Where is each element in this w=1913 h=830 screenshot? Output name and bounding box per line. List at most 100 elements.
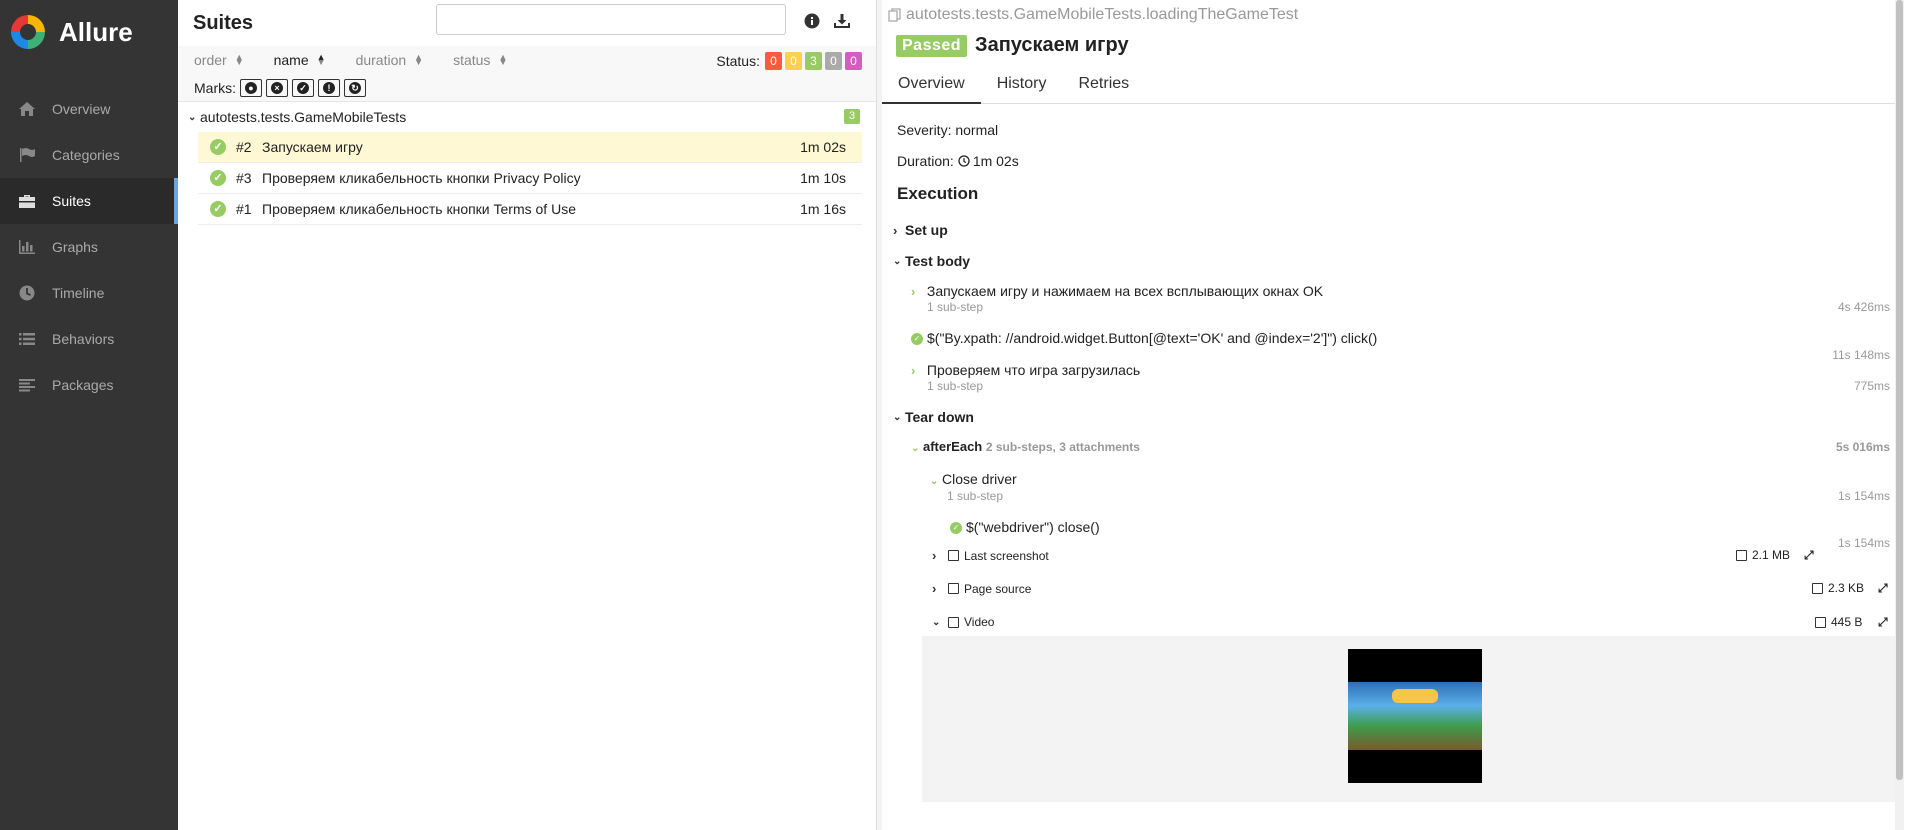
test-row[interactable]: ✓ #1 Проверяем кликабельность кнопки Ter… [198, 194, 862, 225]
sidebar-item-suites[interactable]: Suites [0, 178, 178, 224]
sidebar-item-label: Overview [52, 101, 111, 117]
save-icon [1812, 582, 1823, 594]
sidebar-item-timeline[interactable]: Timeline [0, 270, 178, 316]
image-file-icon [948, 550, 959, 561]
test-duration: 1m 16s [800, 201, 846, 217]
setup-label: Set up [905, 222, 948, 238]
sidebar-item-graphs[interactable]: Graphs [0, 224, 178, 270]
chevron-right-icon: › [911, 284, 916, 299]
test-title: Запускаем игру [975, 34, 1129, 56]
sidebar-nav: Overview Categories Suites Graphs Timeli… [0, 86, 178, 408]
save-icon [1736, 549, 1747, 561]
expand-icon[interactable]: ⤢ [1878, 582, 1890, 594]
webdriver-close-row: ✓ $("webdriver") close() [950, 519, 1100, 535]
attachment-size: 2.1 MB [1736, 548, 1790, 562]
close-driver-name: Close driver [942, 471, 1017, 487]
status-failed-badge[interactable]: 0 [765, 52, 782, 70]
step-row[interactable]: › Запускаем игру и нажимаем на всех вспл… [911, 283, 1323, 299]
attachment-row[interactable]: ⌄ Video [932, 615, 994, 629]
step-substeps: 1 sub-step [927, 379, 984, 393]
test-path-text: autotests.tests.GameMobileTests.loadingT… [906, 6, 1299, 23]
test-title-line: Passed Запускаем игру [896, 34, 1129, 57]
check-circle-icon: ✓ [210, 201, 226, 217]
suite-group-name: autotests.tests.GameMobileTests [200, 109, 407, 125]
suite-group-row[interactable]: ⌄ autotests.tests.GameMobileTests 3 [178, 102, 876, 132]
flag-icon [16, 144, 38, 166]
step-duration: 4s 426ms [1837, 300, 1890, 314]
chevron-right-icon: › [932, 548, 937, 563]
after-each-meta: 2 sub-steps, 3 attachments [985, 440, 1140, 454]
chevron-down-icon: ⌄ [930, 476, 939, 487]
test-row[interactable]: ✓ #2 Запускаем игру 1m 02s [198, 132, 862, 163]
sort-order[interactable]: order ▲ ▼ [194, 52, 244, 68]
expand-icon[interactable]: ⤢ [1878, 616, 1890, 628]
status-broken-badge[interactable]: 0 [785, 52, 802, 70]
bomb-icon: ● [245, 81, 257, 94]
status-passed-badge[interactable]: 3 [805, 52, 822, 70]
search-input[interactable] [436, 4, 786, 35]
briefcase-icon [16, 190, 38, 212]
test-body-stage[interactable]: ⌄ Test body [893, 253, 970, 269]
chevron-down-icon: ⌄ [932, 616, 941, 628]
times-circle-icon: × [271, 81, 283, 94]
sidebar-item-label: Categories [52, 147, 120, 163]
scrollbar[interactable] [1895, 0, 1904, 830]
tab-retries[interactable]: Retries [1062, 66, 1145, 104]
status-skipped-badge[interactable]: 0 [825, 52, 842, 70]
sidebar-item-overview[interactable]: Overview [0, 86, 178, 132]
sort-name[interactable]: name ▲ ▼ [274, 52, 326, 68]
setup-stage[interactable]: › Set up [893, 222, 948, 238]
status-unknown-badge[interactable]: 0 [845, 52, 862, 70]
download-icon[interactable] [831, 10, 853, 32]
teardown-stage[interactable]: ⌄ Tear down [893, 409, 974, 425]
close-driver-row[interactable]: ⌄ Close driver [930, 471, 1017, 487]
test-duration: 1m 10s [800, 170, 846, 186]
mark-new-failed-toggle[interactable]: × [266, 78, 288, 97]
attachment-name: Last screenshot [964, 548, 1049, 563]
sort-duration[interactable]: duration ▲ ▼ [356, 52, 424, 68]
sidebar-item-label: Packages [52, 377, 114, 393]
mark-new-passed-toggle[interactable]: ✓ [292, 78, 314, 97]
suites-panel: Suites order ▲ ▼ name ▲ ▼ duration ▲ ▼ stat… [178, 0, 876, 830]
copy-icon[interactable] [888, 8, 902, 22]
sidebar-item-label: Timeline [52, 285, 105, 301]
expand-icon[interactable]: ⤢ [1804, 549, 1816, 561]
duration-info: Duration: 1m 02s [897, 153, 1019, 169]
after-each-row[interactable]: ⌄ afterEach 2 sub-steps, 3 attachments [911, 439, 1140, 454]
tab-overview[interactable]: Overview [882, 66, 981, 104]
step-row[interactable]: › Проверяем что игра загрузилась [911, 362, 1140, 378]
brand[interactable]: Allure [0, 0, 178, 64]
marks-bar: Marks: ● × ✓ ! ↻ [178, 74, 876, 102]
test-name: Проверяем кликабельность кнопки Terms of… [262, 201, 576, 217]
game-logo-image [1392, 689, 1438, 703]
attachment-row[interactable]: › Page source [932, 581, 1031, 596]
page-title: Suites [193, 11, 254, 34]
step-duration: 11s 148ms [1832, 348, 1890, 362]
attachment-row[interactable]: › Last screenshot [932, 548, 1049, 563]
tab-history[interactable]: History [981, 66, 1063, 104]
mark-new-broken-toggle[interactable]: ! [318, 78, 340, 97]
sidebar-item-categories[interactable]: Categories [0, 132, 178, 178]
attachment-name: Page source [964, 581, 1032, 596]
mark-retries-toggle[interactable]: ↻ [344, 78, 366, 97]
sort-status[interactable]: status ▲ ▼ [453, 52, 507, 68]
step-name: Запускаем игру и нажимаем на всех всплыв… [926, 283, 1324, 299]
sidebar-item-behaviors[interactable]: Behaviors [0, 316, 178, 362]
sort-arrows-icon: ▲ ▼ [498, 52, 508, 67]
after-each-name: afterEach [923, 439, 983, 454]
sort-arrows-icon: ▲ ▼ [316, 52, 326, 67]
app-name: Allure [59, 16, 133, 47]
sidebar-item-packages[interactable]: Packages [0, 362, 178, 408]
scrollbar-thumb[interactable] [1896, 0, 1903, 780]
mark-flaky-toggle[interactable]: ● [240, 78, 262, 97]
chevron-right-icon: › [893, 222, 898, 238]
check-circle-icon: ✓ [950, 522, 962, 535]
sort-name-label: name [273, 52, 309, 68]
severity: Severity: normal [897, 122, 999, 138]
check-circle-icon: ✓ [297, 81, 309, 94]
step-substeps: 1 sub-step [927, 300, 984, 314]
video-player[interactable] [1348, 649, 1482, 783]
info-icon[interactable] [801, 10, 823, 32]
test-row[interactable]: ✓ #3 Проверяем кликабельность кнопки Pri… [198, 163, 862, 194]
sidebar-item-label: Graphs [52, 239, 98, 255]
